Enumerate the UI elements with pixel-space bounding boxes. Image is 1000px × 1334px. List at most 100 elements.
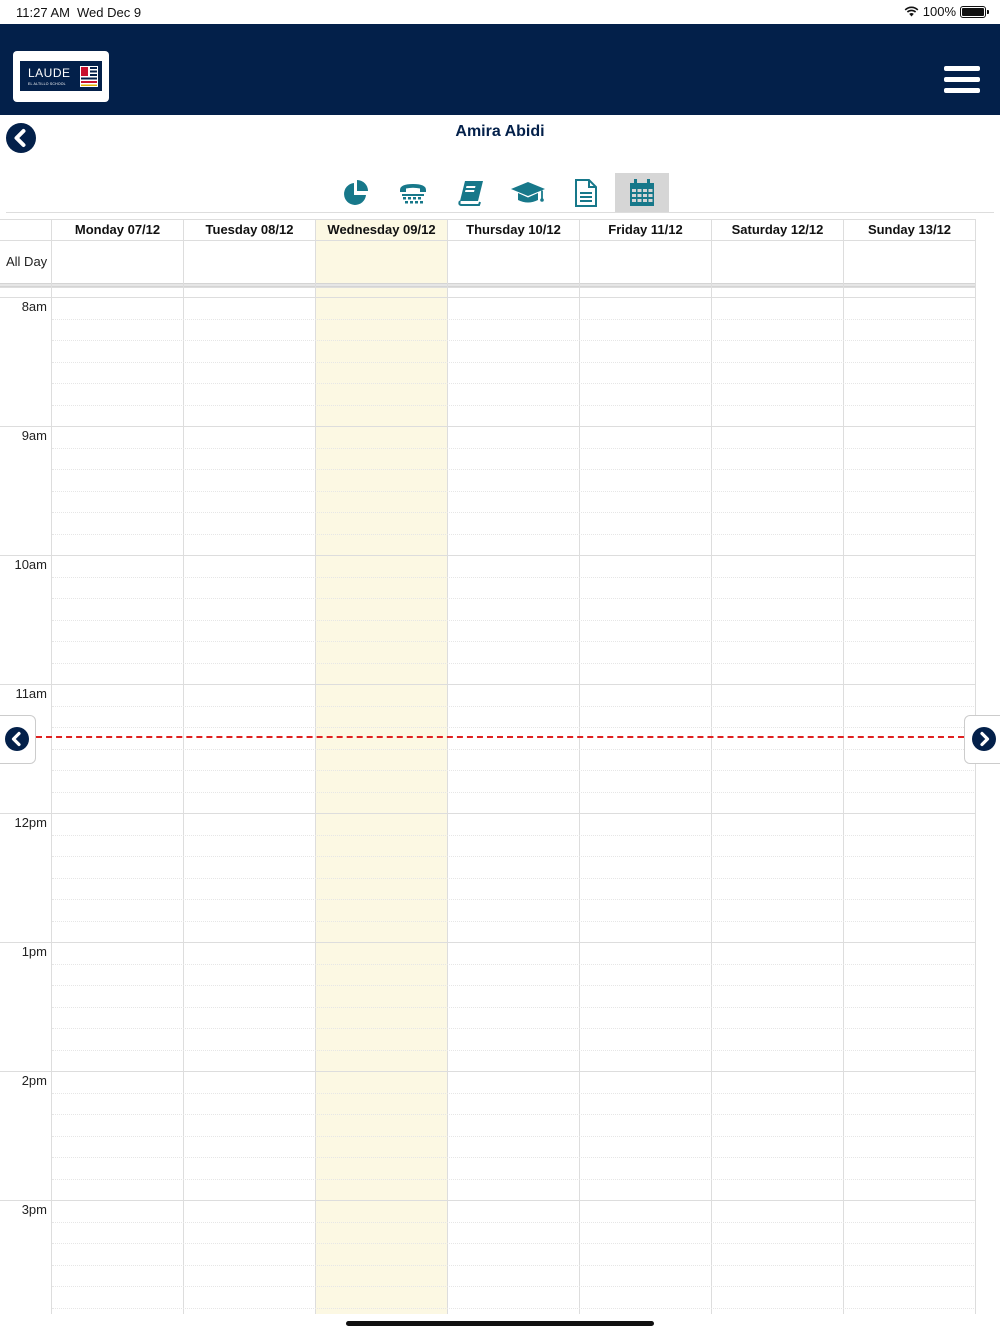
status-time: 11:27 AM (16, 5, 70, 20)
hour-line (0, 1071, 975, 1072)
wifi-icon (904, 6, 919, 17)
day-column-divider (315, 220, 316, 1314)
book-icon (458, 180, 483, 206)
day-column-divider (51, 220, 52, 1314)
day-header[interactable]: Sunday 13/12 (844, 222, 975, 240)
slot-line (52, 533, 975, 535)
battery-percent: 100% (922, 4, 956, 19)
status-date: Wed Dec 9 (77, 5, 142, 20)
hour-line (0, 813, 975, 814)
day-header[interactable]: Wednesday 09/12 (316, 222, 447, 240)
day-header[interactable]: Saturday 12/12 (712, 222, 843, 240)
slot-line (52, 469, 975, 470)
hour-line (0, 1200, 975, 1201)
slot-line (52, 598, 975, 599)
day-column-divider (447, 220, 448, 1314)
toolbar-divider (6, 212, 994, 213)
slot-line (52, 705, 975, 707)
day-header[interactable]: Thursday 10/12 (448, 222, 579, 240)
slot-line (52, 1028, 975, 1029)
time-label: 3pm (21, 1202, 47, 1217)
slot-line (52, 1178, 975, 1180)
slot-line (52, 985, 975, 986)
slot-line (52, 576, 975, 578)
chevron-right-icon (980, 731, 990, 747)
day-header[interactable]: Tuesday 08/12 (184, 222, 315, 240)
home-indicator (346, 1321, 654, 1326)
time-label: 9am (21, 428, 47, 443)
tool-stats[interactable] (327, 173, 385, 212)
slot-line (52, 1135, 975, 1137)
slot-line (52, 791, 975, 793)
slot-line (52, 748, 975, 750)
app-header: LAUDE EL ALTILLO SCHOOL (0, 24, 1000, 115)
back-button[interactable] (6, 123, 36, 153)
time-label: 8am (21, 299, 47, 314)
hamburger-menu-icon[interactable] (944, 66, 980, 96)
slot-line (52, 361, 975, 363)
header-divider (0, 240, 975, 241)
slot-line (52, 447, 975, 449)
slot-line (52, 856, 975, 857)
day-header[interactable]: Monday 07/12 (52, 222, 183, 240)
slot-line (52, 1049, 975, 1051)
pie-chart-icon (343, 179, 368, 205)
day-column-divider (579, 220, 580, 1314)
slot-line (52, 404, 975, 406)
day-column-divider (183, 220, 184, 1314)
week-calendar: All Day Monday 07/12 Tuesday 08/12 Wednesd… (0, 219, 976, 1314)
slot-line (52, 899, 975, 900)
slot-line (52, 727, 975, 728)
time-label: 10am (14, 557, 47, 572)
chevron-left-icon (14, 129, 26, 147)
slot-line (52, 340, 975, 341)
tool-subjects[interactable] (442, 173, 500, 212)
hour-line (0, 297, 975, 298)
calendar-screen: 11:27 AM Wed Dec 9 100% LAUDE EL ALTILLO… (0, 0, 1000, 1334)
tool-grades[interactable] (500, 173, 558, 212)
crest-icon (80, 66, 98, 87)
time-label: 1pm (21, 944, 47, 959)
tool-calendar[interactable] (614, 173, 669, 212)
tool-reports[interactable] (557, 173, 615, 212)
chevron-left-icon (11, 731, 21, 747)
slot-line (52, 641, 975, 642)
slot-line (52, 1243, 975, 1244)
day-column-divider (843, 220, 844, 1314)
hour-line (0, 426, 975, 427)
time-label: 12pm (14, 815, 47, 830)
logo-subtext: EL ALTILLO SCHOOL (28, 82, 66, 86)
slot-line (52, 1221, 975, 1223)
slot-line (52, 1264, 975, 1266)
all-day-label: All Day (6, 254, 48, 269)
time-label: 2pm (21, 1073, 47, 1088)
slot-line (52, 770, 975, 771)
graduation-cap-icon (511, 181, 546, 202)
slot-line (52, 1114, 975, 1115)
telephone-icon (400, 183, 427, 203)
slot-line (52, 834, 975, 836)
slot-line (52, 1092, 975, 1094)
student-toolbar (327, 173, 669, 212)
slot-line (52, 1006, 975, 1008)
document-icon (574, 178, 597, 207)
time-label: 11am (15, 686, 47, 701)
hour-line (0, 684, 975, 685)
hour-line (0, 942, 975, 943)
hour-line (0, 555, 975, 556)
current-time-line (36, 736, 964, 738)
slot-line (52, 512, 975, 513)
student-name: Amira Abidi (455, 123, 545, 140)
grid-top-line (0, 287, 975, 288)
slot-line (52, 1307, 975, 1309)
tool-contacts[interactable] (385, 173, 443, 212)
slot-line (52, 877, 975, 879)
calendar-icon (629, 178, 654, 206)
slot-line (52, 383, 975, 384)
status-bar: 11:27 AM Wed Dec 9 100% (0, 0, 1000, 24)
day-header[interactable]: Friday 11/12 (580, 222, 711, 240)
slot-line (52, 619, 975, 621)
school-logo: LAUDE EL ALTILLO SCHOOL (13, 51, 109, 102)
previous-week-button[interactable] (0, 715, 36, 764)
next-week-button[interactable] (964, 715, 1000, 764)
